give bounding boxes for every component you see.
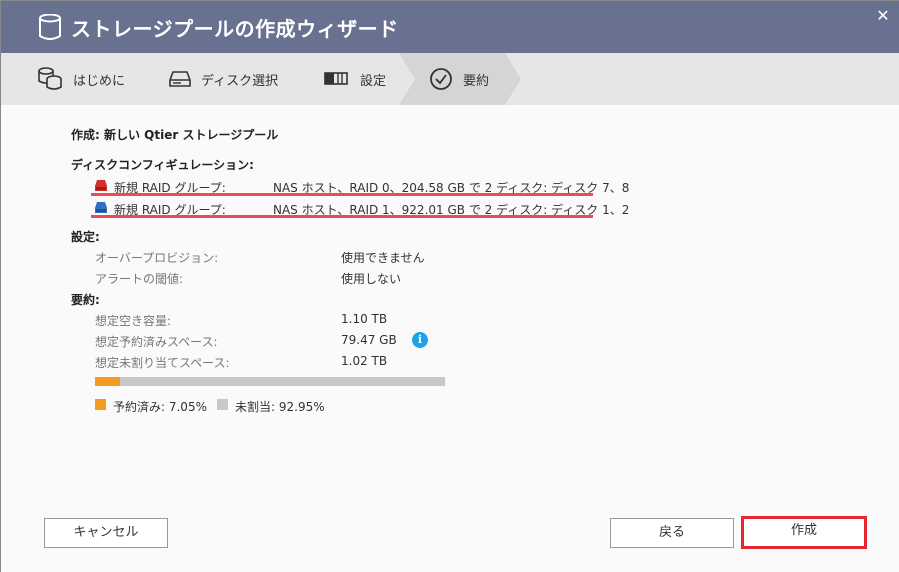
reserved-space-label: 想定予約済みスペース:: [95, 335, 218, 349]
annotation-underline-2: [91, 215, 593, 218]
window-title: ストレージプールの作成ウィザード: [71, 17, 399, 41]
summary-panel: 作成: 新しい Qtier ストレージプール ディスクコンフィギュレーション: …: [1, 105, 899, 572]
settings-bar-icon: [324, 72, 348, 85]
step-intro: はじめに: [37, 53, 125, 105]
storage-pool-icon: [39, 14, 61, 40]
unallocated-space-label: 想定未割り当てスペース:: [95, 356, 230, 370]
back-button[interactable]: 戻る: [610, 518, 734, 548]
step-label-intro: はじめに: [73, 73, 126, 89]
legend-reserved-swatch: [95, 399, 106, 410]
legend-unallocated-label: 未割当: 92.95%: [235, 400, 325, 414]
create-line: 作成: 新しい Qtier ストレージプール: [71, 128, 279, 142]
check-circle-icon: [430, 68, 452, 90]
legend-reserved-label: 予約済み: 7.05%: [113, 400, 207, 414]
unallocated-space-value: 1.02 TB: [341, 354, 388, 368]
step-disk-select: ディスク選択: [169, 53, 278, 105]
overprovision-label: オーバープロビジョン:: [95, 251, 219, 265]
reserved-bar-fill: [95, 377, 120, 386]
alert-threshold-label: アラートの閾値:: [95, 272, 184, 286]
close-icon[interactable]: ✕: [874, 7, 892, 25]
wizard-window: ストレージプールの作成ウィザード ✕ はじめに ディスク選択 設定 要約 作成:…: [0, 0, 899, 572]
settings-heading: 設定:: [71, 230, 100, 244]
capacity-bar: [95, 377, 445, 386]
summary-heading: 要約:: [71, 293, 100, 307]
free-capacity-value: 1.10 TB: [341, 312, 388, 326]
step-settings: 設定: [324, 53, 386, 105]
disk-drive-icon: [169, 71, 191, 87]
info-icon[interactable]: i: [412, 332, 428, 348]
legend-unallocated-swatch: [217, 399, 228, 410]
step-label-disk-select: ディスク選択: [201, 73, 279, 89]
free-capacity-label: 想定空き容量:: [95, 314, 172, 328]
step-summary: 要約: [429, 53, 489, 105]
overprovision-value: 使用できません: [341, 251, 425, 265]
cancel-button[interactable]: キャンセル: [44, 518, 168, 548]
step-label-settings: 設定: [360, 73, 387, 89]
wizard-steps: はじめに ディスク選択 設定 要約: [1, 53, 899, 105]
raid-group-blue-icon: [95, 202, 107, 213]
step-label-summary: 要約: [463, 73, 490, 89]
database-icon: [38, 67, 62, 90]
annotation-underline-1: [91, 193, 593, 196]
title-bar: ストレージプールの作成ウィザード ✕: [1, 1, 899, 53]
reserved-space-value: 79.47 GB: [341, 333, 397, 347]
disk-config-heading: ディスクコンフィギュレーション:: [71, 158, 254, 172]
raid-group-red-icon: [95, 180, 107, 191]
alert-threshold-value: 使用しない: [341, 272, 402, 286]
create-button[interactable]: 作成: [741, 516, 867, 549]
